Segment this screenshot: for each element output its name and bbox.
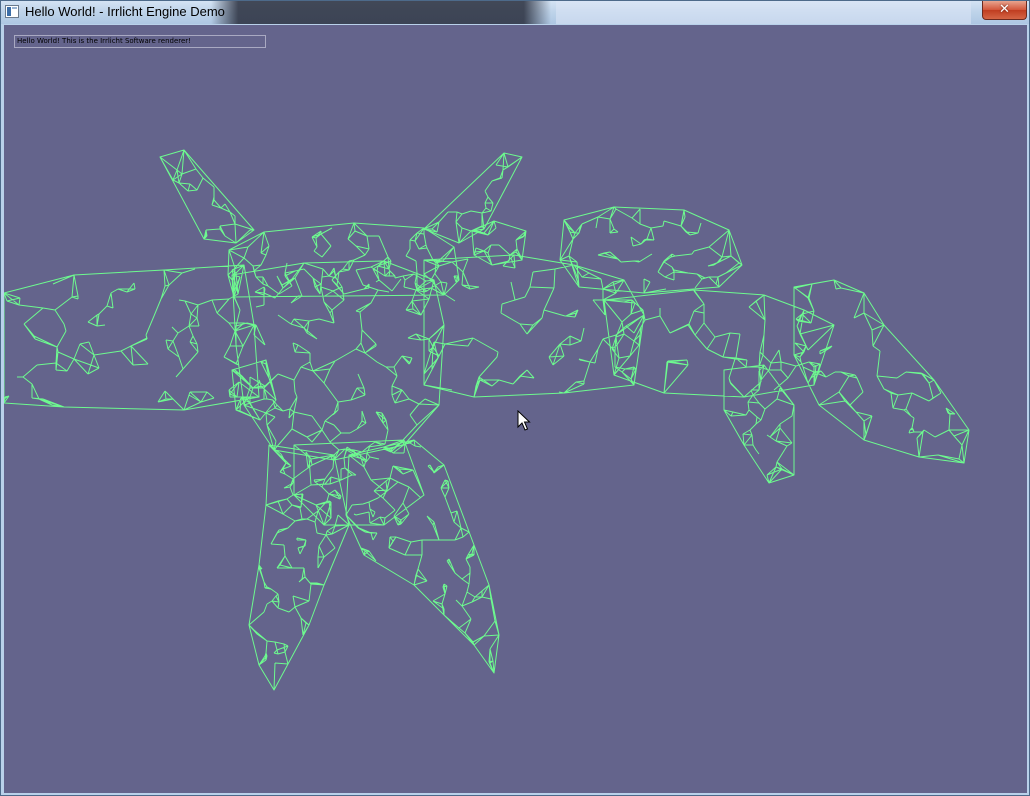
render-viewport[interactable]: Hello World! This is the Irrlicht Softwa… (4, 25, 1027, 793)
static-text-label: Hello World! This is the Irrlicht Softwa… (14, 35, 266, 48)
wireframe-mesh (4, 149, 970, 691)
background-window-glimpse (211, 1, 551, 24)
window-title: Hello World! - Irrlicht Engine Demo (25, 4, 225, 19)
close-button[interactable]: ✕ (982, 1, 1027, 20)
close-icon: ✕ (999, 2, 1010, 17)
window-app-icon[interactable] (5, 5, 19, 18)
arrow-cursor-icon (517, 410, 531, 431)
wireframe-mech-model (4, 149, 970, 691)
title-bar[interactable]: Hello World! - Irrlicht Engine Demo ✕ (1, 1, 1029, 24)
application-window: Hello World! - Irrlicht Engine Demo ✕ He… (0, 0, 1030, 796)
background-window-glimpse-right (556, 1, 971, 24)
